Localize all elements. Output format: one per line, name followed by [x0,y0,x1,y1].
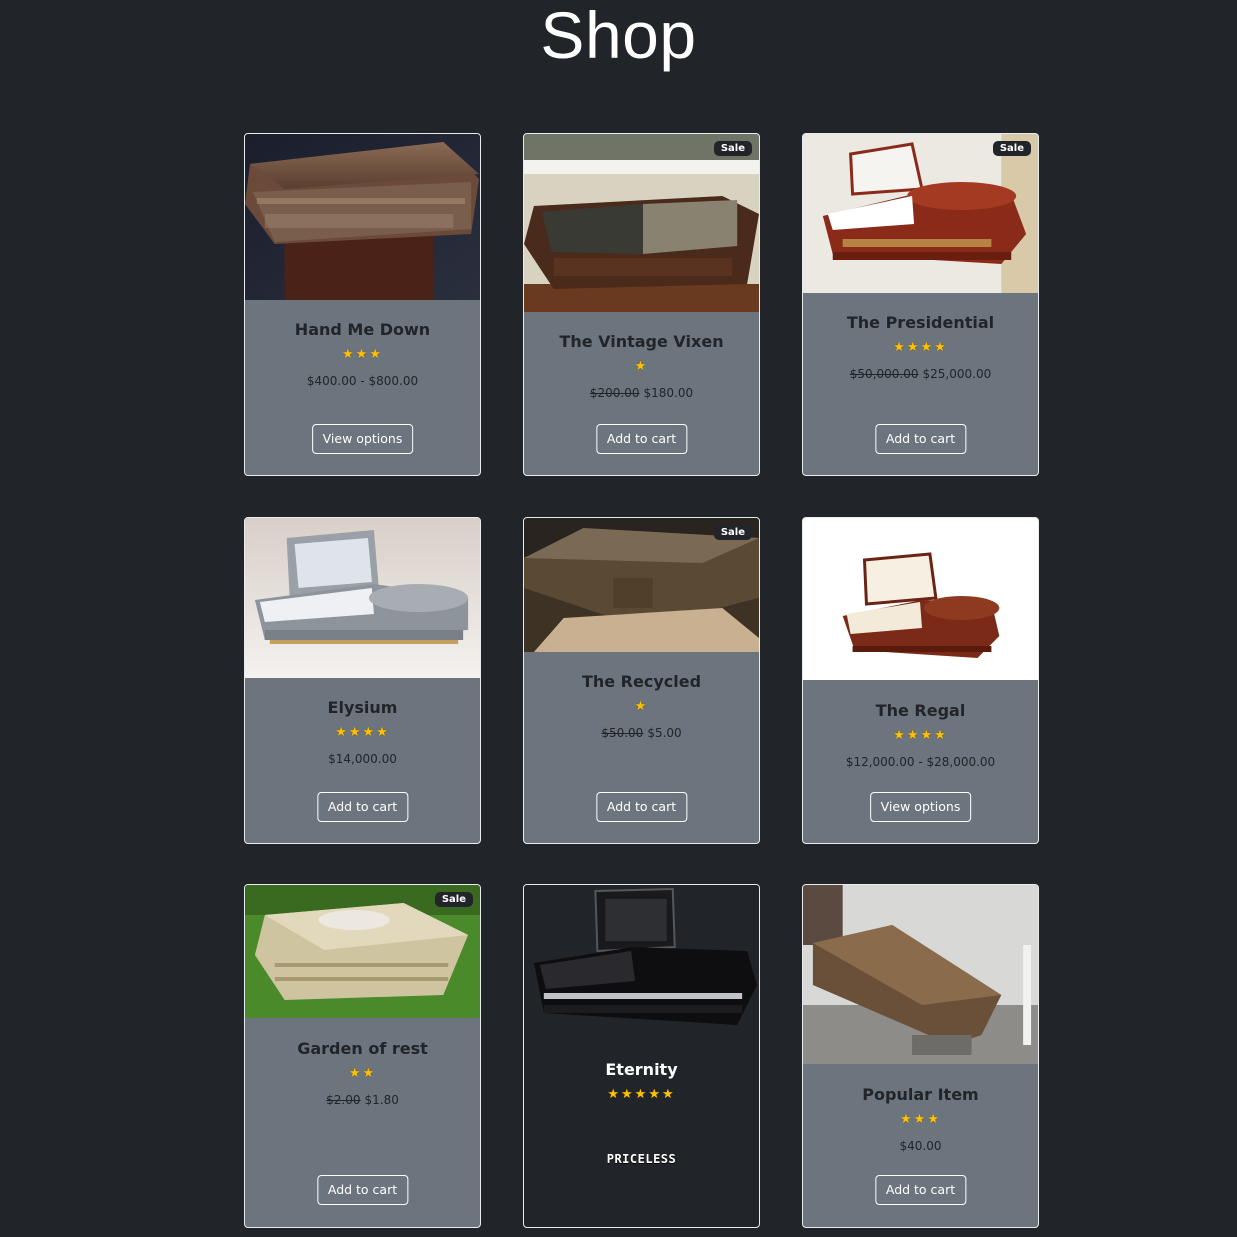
view-options-button[interactable]: View options [311,424,414,454]
rating-stars: ★★★★★ [607,1087,676,1102]
product-image[interactable] [803,885,1038,1064]
product-image[interactable] [524,885,759,1041]
add-to-cart-button[interactable]: Add to cart [316,792,409,822]
rating-stars: ★ [634,359,649,374]
product-image[interactable]: Sale [524,518,759,652]
product-price: $200.00 $180.00 [589,386,694,400]
product-card: Popular Item ★★★ $40.00 Add to cart [802,884,1039,1228]
product-price: $50,000.00 $25,000.00 [849,367,992,381]
product-price: $400.00 - $800.00 [306,374,419,388]
sale-badge: Sale [713,141,752,156]
product-card: Sale The Vintage Vixen ★ $200.00 $180.00 … [523,133,760,476]
product-image[interactable] [803,518,1038,680]
product-name[interactable]: Eternity [524,1060,759,1079]
product-price: $14,000.00 [328,752,397,766]
add-to-cart-button[interactable]: Add to cart [874,1175,967,1205]
product-card: Sale Garden of rest ★★ $2.00 $1.80 Add to… [244,884,481,1228]
add-to-cart-button[interactable]: Add to cart [595,792,688,822]
product-image[interactable] [245,518,480,678]
product-name[interactable]: The Recycled [524,672,759,691]
product-card: Eternity ★★★★★ PRICELESS [523,884,760,1228]
product-image[interactable] [245,134,480,300]
product-name[interactable]: The Vintage Vixen [524,332,759,351]
product-name[interactable]: Elysium [245,698,480,717]
add-to-cart-button[interactable]: Add to cart [316,1175,409,1205]
rating-stars: ★ [634,699,649,714]
rating-stars: ★★★★ [893,340,948,355]
view-options-button[interactable]: View options [869,792,972,822]
rating-stars: ★★★★ [893,728,948,743]
add-to-cart-button[interactable]: Add to cart [595,424,688,454]
sale-badge: Sale [434,892,473,907]
rating-stars: ★★★★ [335,725,390,740]
add-to-cart-button[interactable]: Add to cart [874,424,967,454]
product-card: Elysium ★★★★ $14,000.00 Add to cart [244,517,481,844]
product-price: $50.00 $5.00 [601,726,682,740]
product-name[interactable]: The Regal [803,701,1038,720]
product-image[interactable]: Sale [245,885,480,1018]
product-name[interactable]: Garden of rest [245,1039,480,1058]
sale-badge: Sale [713,525,752,540]
product-price: $2.00 $1.80 [326,1093,399,1107]
product-card: Sale The Recycled ★ $50.00 $5.00 Add to c… [523,517,760,844]
product-name[interactable]: Hand Me Down [245,320,480,339]
product-card: Sale The Presidential ★★★★ $50,000.00 $25… [802,133,1039,476]
product-image[interactable]: Sale [524,134,759,312]
product-price: $40.00 [899,1139,942,1153]
product-image[interactable]: Sale [803,134,1038,293]
product-name[interactable]: The Presidential [803,313,1038,332]
product-name[interactable]: Popular Item [803,1085,1038,1104]
sale-badge: Sale [992,141,1031,156]
product-card: The Regal ★★★★ $12,000.00 - $28,000.00 V… [802,517,1039,844]
product-price: $12,000.00 - $28,000.00 [845,755,996,769]
rating-stars: ★★★ [342,347,383,362]
rating-stars: ★★★ [900,1112,941,1127]
product-card: Hand Me Down ★★★ $400.00 - $800.00 View … [244,133,481,476]
product-price: PRICELESS [606,1152,677,1166]
page-title: Shop [540,0,697,72]
rating-stars: ★★ [348,1066,377,1081]
